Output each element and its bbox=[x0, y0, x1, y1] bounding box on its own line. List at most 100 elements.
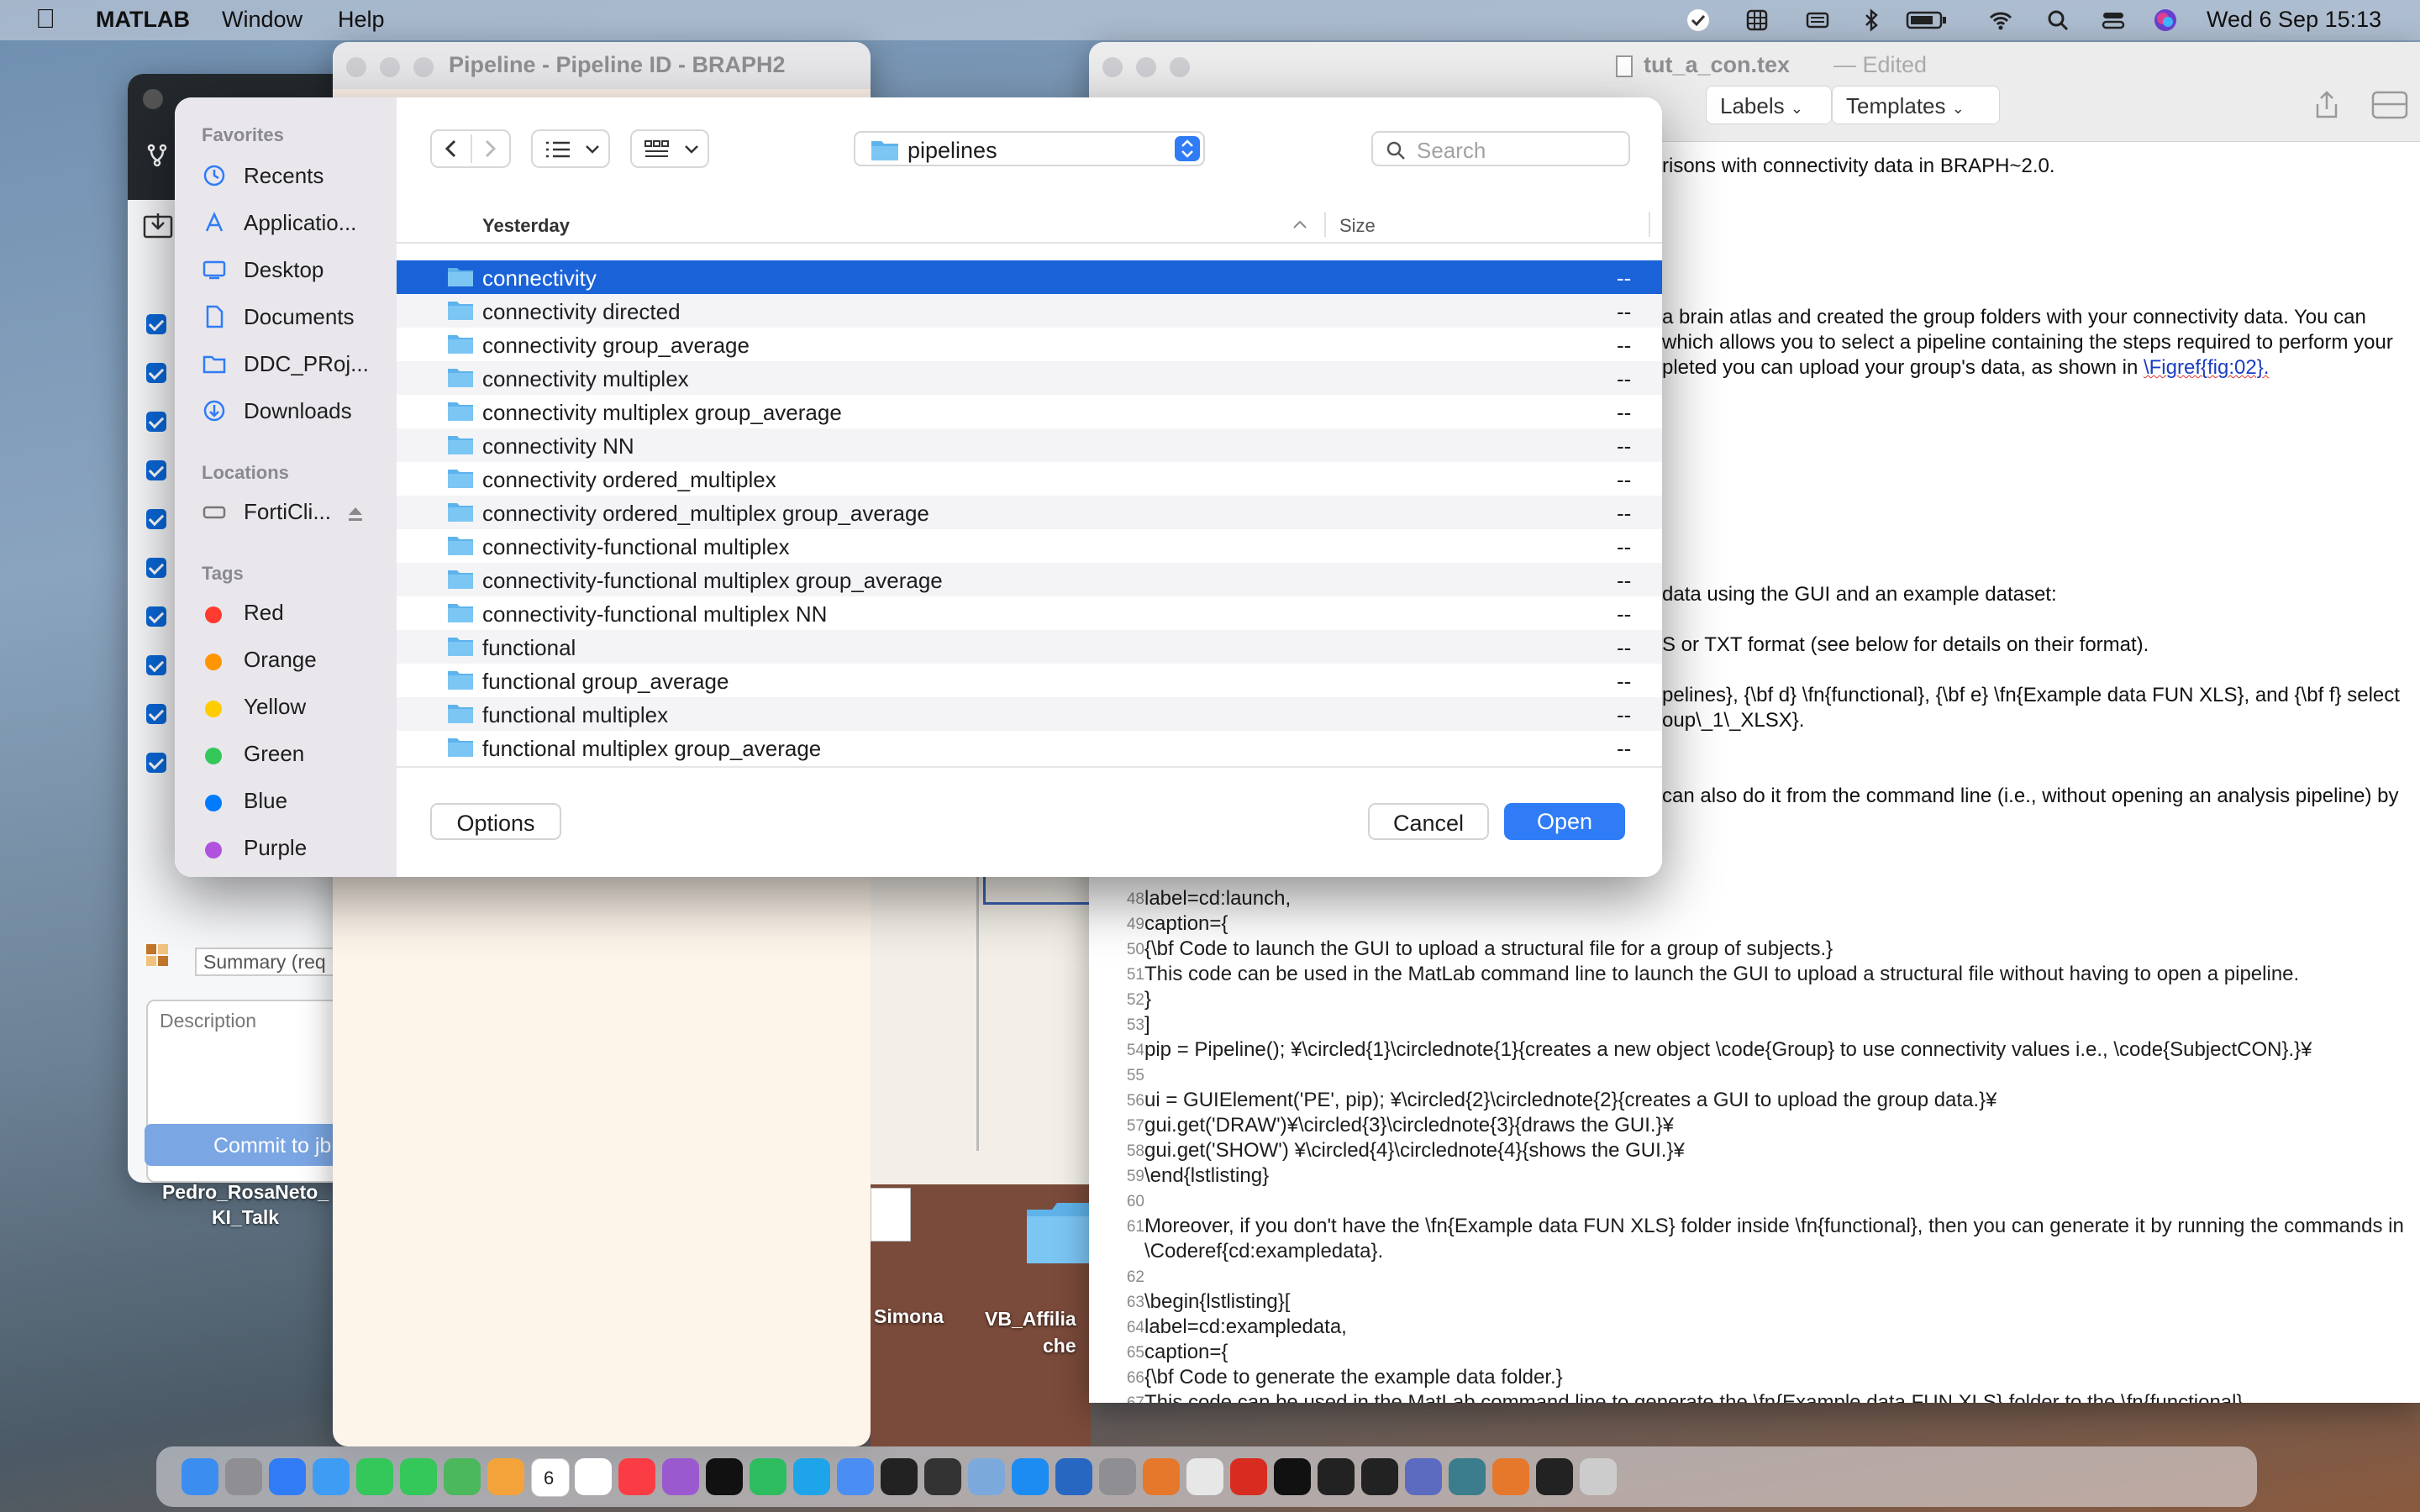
back-icon[interactable] bbox=[442, 139, 460, 159]
sidebar-toggle-icon[interactable] bbox=[2371, 91, 2408, 119]
window-close-button[interactable] bbox=[1102, 57, 1123, 77]
tex-paragraph[interactable]: risons with connectivity data in BRAPH~2… bbox=[1662, 155, 2055, 178]
wifi-icon[interactable] bbox=[1988, 8, 2013, 33]
desktop-label-vb[interactable]: VB_Affilia che bbox=[985, 1305, 1076, 1359]
tex-paragraph[interactable]: oup\_1\_XLSX}. bbox=[1662, 709, 1804, 732]
dock-launchpad-icon[interactable] bbox=[225, 1458, 262, 1495]
clock[interactable]: Wed 6 Sep 15:13 bbox=[2207, 7, 2381, 33]
window-zoom-button[interactable] bbox=[1170, 57, 1190, 77]
tex-paragraph[interactable]: data using the GUI and an example datase… bbox=[1662, 583, 2057, 606]
folder-popup[interactable]: pipelines bbox=[854, 131, 1205, 166]
dock-maps-icon[interactable] bbox=[444, 1458, 481, 1495]
battery-icon[interactable] bbox=[1906, 8, 1948, 33]
file-checkbox[interactable] bbox=[146, 558, 166, 578]
dock-matlab-icon[interactable] bbox=[1143, 1458, 1180, 1495]
file-checkbox[interactable] bbox=[146, 460, 166, 480]
siri-icon[interactable] bbox=[2153, 8, 2178, 33]
push-icon[interactable] bbox=[143, 212, 173, 240]
dock-x-icon[interactable] bbox=[1274, 1458, 1311, 1495]
checkmark-circle-icon[interactable] bbox=[1686, 8, 1711, 33]
app-menu[interactable]: MATLAB bbox=[96, 7, 190, 33]
tex-paragraph[interactable]: S or TXT format (see below for details o… bbox=[1662, 633, 2149, 657]
dock-numbers-icon[interactable] bbox=[750, 1458, 786, 1495]
dock-matlab-icon[interactable] bbox=[1492, 1458, 1529, 1495]
keyboard-icon[interactable] bbox=[1805, 8, 1830, 33]
dock-reminders-icon[interactable] bbox=[575, 1458, 612, 1495]
file-checkbox[interactable] bbox=[146, 704, 166, 724]
file-checkbox[interactable] bbox=[146, 606, 166, 627]
file-row[interactable]: connectivity-functional multiplex group_… bbox=[397, 563, 1662, 596]
control-center-icon[interactable] bbox=[2101, 8, 2126, 33]
file-checkbox[interactable] bbox=[146, 753, 166, 773]
tex-paragraph[interactable]: pelines}, {\bf d} \fn{functional}, {\bf … bbox=[1662, 684, 2400, 707]
file-row[interactable]: functional--Folder bbox=[397, 630, 1662, 664]
dock-facetime-icon[interactable] bbox=[356, 1458, 393, 1495]
column-name[interactable]: Yesterday bbox=[482, 215, 570, 237]
dock-keynote-icon[interactable] bbox=[837, 1458, 874, 1495]
dock-notes-icon[interactable] bbox=[1536, 1458, 1573, 1495]
sort-ascending-icon[interactable] bbox=[1292, 218, 1307, 230]
file-row[interactable]: connectivity NN--Folder bbox=[397, 428, 1662, 462]
cancel-button[interactable]: Cancel bbox=[1368, 803, 1489, 840]
dock-safari-icon[interactable] bbox=[269, 1458, 306, 1495]
file-checkbox[interactable] bbox=[146, 412, 166, 432]
window-close-button[interactable] bbox=[143, 89, 163, 109]
labels-dropdown[interactable]: Labels ⌄ bbox=[1706, 86, 1832, 124]
dock-preview-icon[interactable] bbox=[968, 1458, 1005, 1495]
eject-icon[interactable] bbox=[346, 504, 365, 522]
dock-chrome-icon[interactable] bbox=[1186, 1458, 1223, 1495]
menu-help[interactable]: Help bbox=[338, 7, 385, 33]
dock-inkscape-icon[interactable] bbox=[1318, 1458, 1355, 1495]
desktop-label-pedro[interactable]: Pedro_RosaNeto_ KI_Talk bbox=[153, 1179, 338, 1230]
branch-icon[interactable] bbox=[145, 143, 170, 168]
dock-mail-icon[interactable] bbox=[313, 1458, 350, 1495]
templates-dropdown[interactable]: Templates ⌄ bbox=[1832, 86, 2000, 124]
search-input[interactable]: Search bbox=[1371, 131, 1630, 166]
file-checkbox[interactable] bbox=[146, 509, 166, 529]
dock-system-settings-icon[interactable] bbox=[1099, 1458, 1136, 1495]
view-mode-button[interactable] bbox=[531, 129, 610, 168]
dock-terminal-icon[interactable] bbox=[881, 1458, 918, 1495]
window-minimize-button[interactable] bbox=[380, 57, 400, 77]
file-row[interactable]: functional group_average--Folder bbox=[397, 664, 1662, 697]
window-minimize-button[interactable] bbox=[1136, 57, 1156, 77]
tex-paragraph[interactable]: pleted you can upload your group's data,… bbox=[1662, 356, 2269, 380]
window-close-button[interactable] bbox=[346, 57, 366, 77]
dock-teams-icon[interactable] bbox=[1405, 1458, 1442, 1495]
file-checkbox[interactable] bbox=[146, 655, 166, 675]
dock-tv-icon[interactable] bbox=[706, 1458, 743, 1495]
apple-icon[interactable]:  bbox=[35, 3, 55, 34]
share-icon[interactable] bbox=[2314, 91, 2339, 119]
file-row[interactable]: connectivity group_average--Folder bbox=[397, 328, 1662, 361]
open-button[interactable]: Open bbox=[1504, 803, 1625, 840]
file-checkbox[interactable] bbox=[146, 363, 166, 383]
dock-files-icon[interactable] bbox=[1580, 1458, 1617, 1495]
dock-finder-icon[interactable] bbox=[182, 1458, 218, 1495]
search-icon[interactable] bbox=[2045, 8, 2070, 33]
file-row[interactable]: connectivity ordered_multiplex group_ave… bbox=[397, 496, 1662, 529]
dock-r-icon[interactable] bbox=[1055, 1458, 1092, 1495]
column-separator[interactable] bbox=[1324, 212, 1326, 237]
dock-app-store-icon[interactable] bbox=[1012, 1458, 1049, 1495]
dock-music-icon[interactable] bbox=[618, 1458, 655, 1495]
file-row[interactable]: connectivity-functional multiplex NN--Fo… bbox=[397, 596, 1662, 630]
file-row[interactable]: functional multiplex group_average--Fold… bbox=[397, 731, 1662, 764]
menu-window[interactable]: Window bbox=[222, 7, 302, 33]
options-button[interactable]: Options bbox=[430, 803, 561, 840]
figref-link[interactable]: \Figref{fig:02}. bbox=[2144, 356, 2269, 379]
dock-github-icon[interactable] bbox=[1361, 1458, 1398, 1495]
file-row[interactable]: connectivity multiplex group_average--Fo… bbox=[397, 395, 1662, 428]
commit-button[interactable]: Commit to jb bbox=[145, 1124, 363, 1166]
tex-paragraph[interactable]: can also do it from the command line (i.… bbox=[1662, 785, 2398, 808]
tex-paragraph[interactable]: a brain atlas and created the group fold… bbox=[1662, 306, 2366, 329]
dock-skype-icon[interactable] bbox=[793, 1458, 830, 1495]
dock-messages-icon[interactable] bbox=[400, 1458, 437, 1495]
dock-acrobat-icon[interactable] bbox=[1230, 1458, 1267, 1495]
dock-activity-monitor-icon[interactable] bbox=[924, 1458, 961, 1495]
dock-tex-icon[interactable] bbox=[1449, 1458, 1486, 1495]
file-row[interactable]: connectivity directed--Folder bbox=[397, 294, 1662, 328]
dock-podcasts-icon[interactable] bbox=[662, 1458, 699, 1495]
dock-photos-icon[interactable] bbox=[487, 1458, 524, 1495]
file-row[interactable]: functional multiplex--Folder bbox=[397, 697, 1662, 731]
desktop-label-simona[interactable]: Simona bbox=[874, 1305, 944, 1328]
